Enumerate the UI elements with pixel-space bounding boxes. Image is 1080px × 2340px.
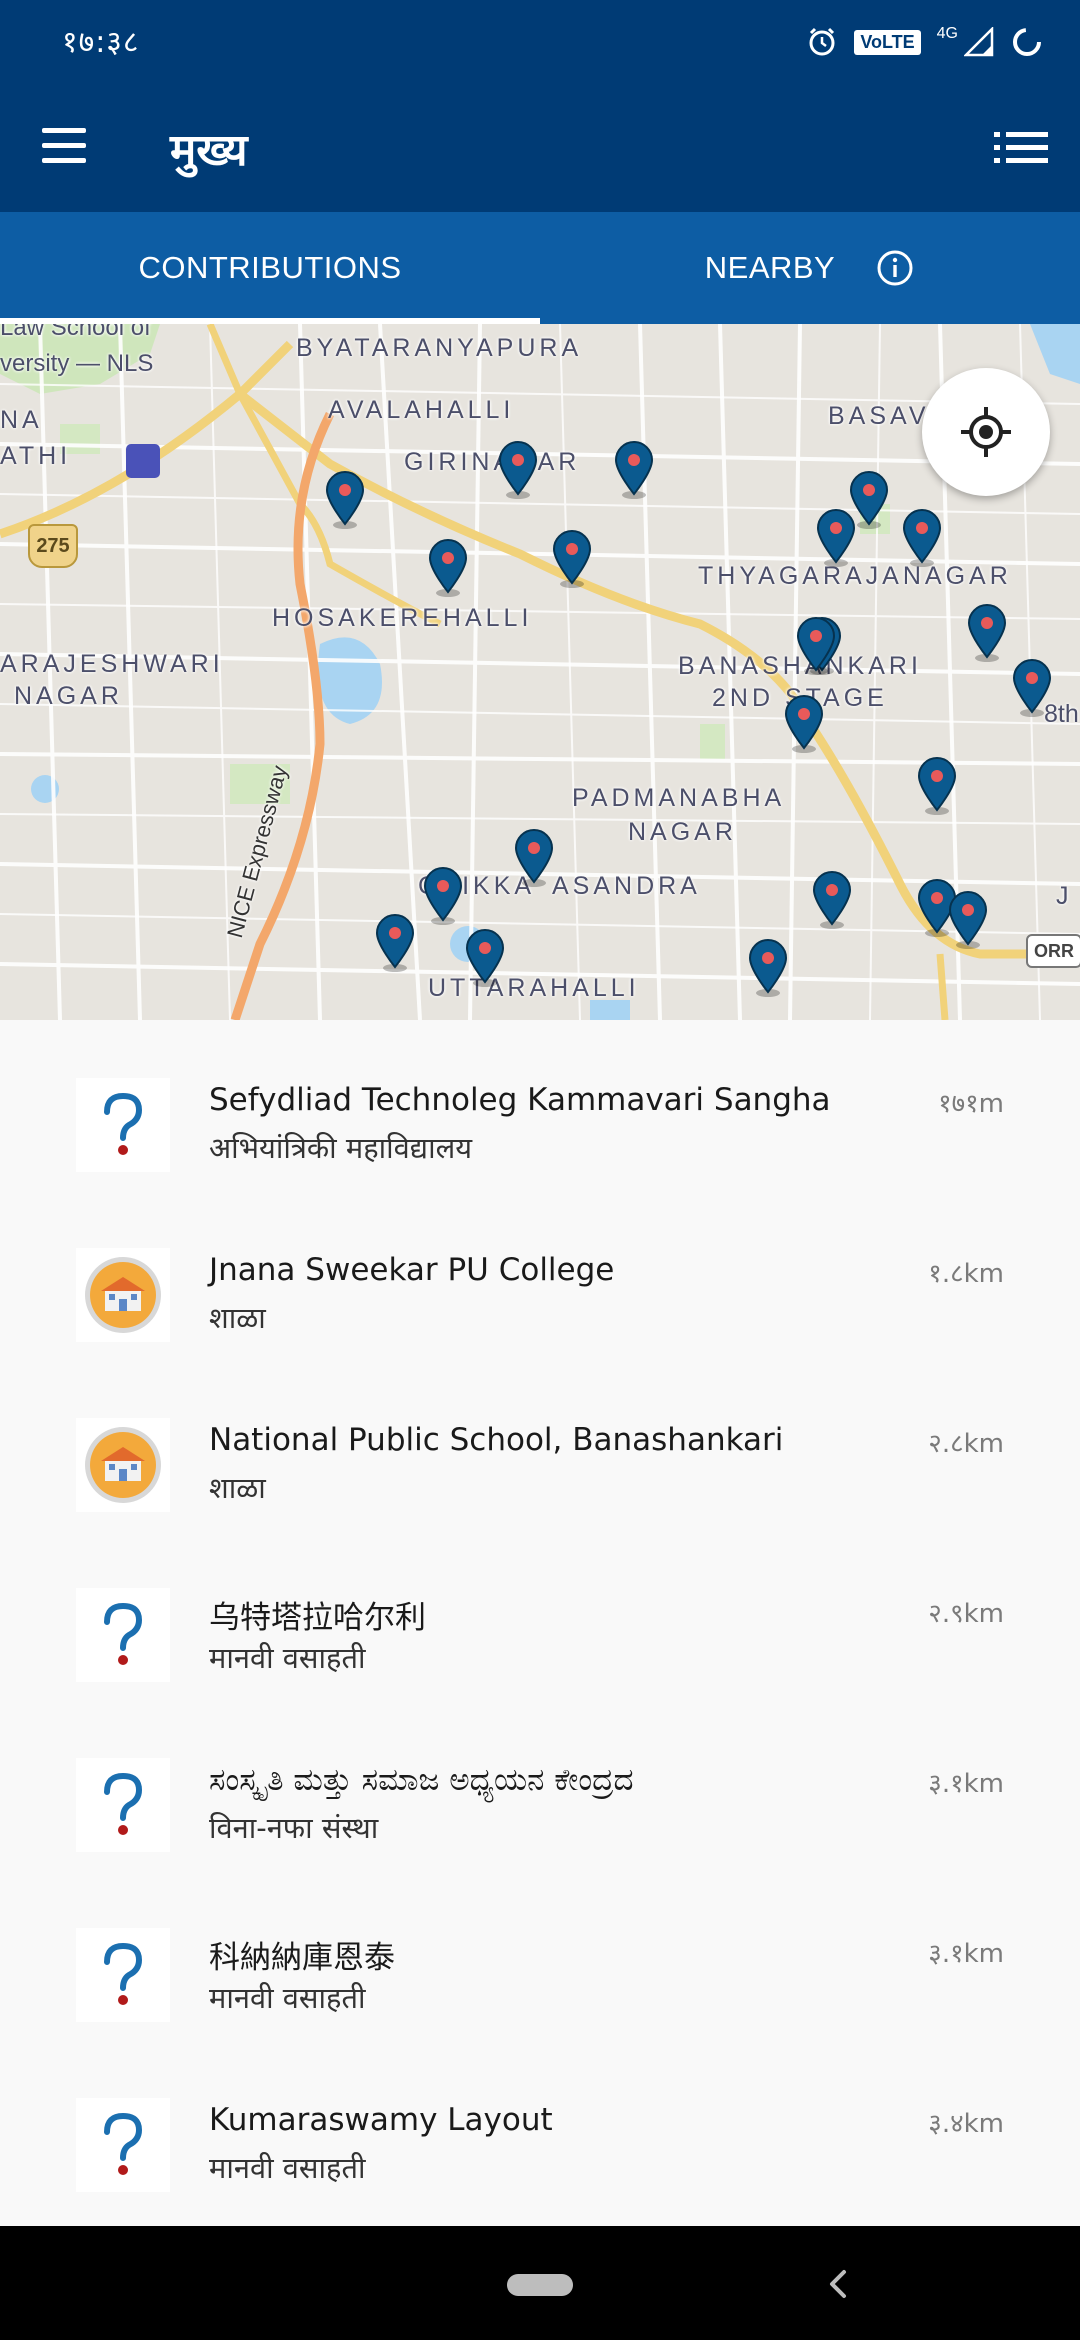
list-item[interactable]: 乌特塔拉哈尔利 मानवी वसाहती २.९km — [0, 1530, 1080, 1700]
unknown-question-icon — [76, 1928, 170, 2022]
volte-badge: VoLTE — [854, 29, 921, 55]
map-label: BYATARANYAPURA — [296, 334, 583, 362]
tab-bar: CONTRIBUTIONS NEARBY — [0, 212, 1080, 324]
map-marker-pin[interactable] — [426, 538, 470, 598]
alarm-icon — [809, 27, 835, 56]
map-label: NA — [0, 406, 43, 434]
list-item[interactable]: Jnana Sweekar PU College शाळा १.८km — [0, 1190, 1080, 1360]
map-marker-pin[interactable] — [794, 616, 838, 676]
map-marker-pin[interactable] — [512, 828, 556, 888]
map-label: NAGAR — [628, 818, 737, 846]
status-bar: १७:३८ VoLTE 4G — [0, 0, 1080, 82]
tab-contributions-label: CONTRIBUTIONS — [138, 250, 402, 285]
page-title: मुख्य — [170, 125, 248, 176]
map-marker-pin[interactable] — [746, 938, 790, 998]
map-label: HOSAKEREHALLI — [272, 604, 533, 632]
status-time: १७:३८ — [62, 25, 140, 60]
place-name: Sefydliad Technoleg Kammavari Sangha — [209, 1082, 831, 1118]
place-type: अभियांत्रिकी महाविद्यालय — [209, 1131, 473, 1165]
hamburger-menu-icon[interactable] — [38, 122, 94, 172]
map-label: ARAJESHWARI — [0, 650, 224, 678]
map-label: PADMANABHA — [572, 784, 786, 812]
info-icon[interactable] — [875, 248, 915, 288]
map-marker-pin[interactable] — [810, 870, 854, 930]
map-marker-pin[interactable] — [1010, 658, 1054, 718]
place-distance: १७१m — [938, 1089, 1004, 1119]
map-marker-pin[interactable] — [323, 470, 367, 530]
map-marker-pin[interactable] — [965, 603, 1009, 663]
ring-road-shield: ORR — [1026, 934, 1080, 968]
metro-station-icon — [126, 444, 160, 478]
map-marker-pin[interactable] — [421, 866, 465, 926]
map-label: versity — NLS — [0, 350, 154, 377]
map-label: ASANDRA — [552, 872, 701, 900]
battery-charging-icon — [1013, 28, 1041, 56]
signal-icon — [964, 27, 994, 57]
map-label: GIRINAGAR — [404, 448, 581, 476]
map-marker-pin[interactable] — [550, 529, 594, 589]
map-marker-pin[interactable] — [612, 440, 656, 500]
map-marker-pin[interactable] — [915, 756, 959, 816]
map-view[interactable]: Law School of versity — NLS BYATARANYAPU… — [0, 324, 1080, 1020]
place-name: Kumaraswamy Layout — [209, 2102, 553, 2138]
tab-nearby[interactable]: NEARBY — [540, 212, 1080, 324]
list-item[interactable]: National Public School, Banashankari शाळ… — [0, 1360, 1080, 1530]
list-view-icon[interactable] — [992, 126, 1050, 170]
map-label: AVALAHALLI — [328, 396, 515, 424]
map-label: NAGAR — [14, 682, 123, 710]
list-item[interactable]: 科納納庫恩泰 मानवी वसाहती ३.१km — [0, 1870, 1080, 2040]
unknown-question-icon — [76, 1588, 170, 1682]
place-name: National Public School, Banashankari — [209, 1422, 784, 1458]
tab-contributions[interactable]: CONTRIBUTIONS — [0, 212, 540, 324]
unknown-question-icon — [76, 1758, 170, 1852]
school-icon — [76, 1248, 170, 1342]
nearby-places-list: Sefydliad Technoleg Kammavari Sangha अभि… — [0, 1020, 1080, 2226]
place-type: मानवी वसाहती — [209, 2151, 366, 2185]
my-location-button[interactable] — [922, 368, 1050, 496]
map-marker-pin[interactable] — [946, 890, 990, 950]
network-type: 4G — [936, 25, 958, 42]
unknown-question-icon — [76, 1078, 170, 1172]
ring-road-shield-label: ORR — [1034, 940, 1074, 961]
map-label: UTTARAHALLI — [428, 974, 640, 1002]
place-type: मानवी वसाहती — [209, 1641, 366, 1675]
place-name: 科納納庫恩泰 — [209, 1940, 395, 1976]
place-name: ಸಂಸ್ಕೃತಿ ಮತ್ತು ಸಮಾಜ ಅಧ್ಯಯನ ಕೇಂದ್ರದ — [209, 1762, 634, 1798]
map-marker-pin[interactable] — [463, 928, 507, 988]
list-item[interactable]: ಸಂಸ್ಕೃತಿ ಮತ್ತು ಸಮಾಜ ಅಧ್ಯಯನ ಕೇಂದ್ರದ विना-… — [0, 1700, 1080, 1870]
home-button[interactable] — [507, 2274, 573, 2296]
map-label: Law School of — [0, 324, 151, 341]
map-label: J — [1056, 882, 1069, 910]
highway-shield: 275 — [28, 524, 78, 568]
place-distance: २.८km — [928, 1429, 1004, 1459]
place-name: Jnana Sweekar PU College — [209, 1252, 615, 1288]
map-marker-pin[interactable] — [373, 913, 417, 973]
tab-nearby-label: NEARBY — [704, 250, 836, 285]
school-icon — [76, 1418, 170, 1512]
app-bar: मुख्य — [0, 82, 1080, 212]
place-distance: १.८km — [928, 1259, 1004, 1289]
place-type: शाळा — [209, 1471, 266, 1505]
place-type: शाळा — [209, 1301, 266, 1335]
map-marker-pin[interactable] — [782, 694, 826, 754]
map-marker-pin[interactable] — [496, 440, 540, 500]
list-item[interactable]: Sefydliad Technoleg Kammavari Sangha अभि… — [0, 1020, 1080, 1190]
map-marker-pin[interactable] — [814, 508, 858, 568]
list-item[interactable]: Kumaraswamy Layout मानवी वसाहती ३.४km — [0, 2040, 1080, 2210]
place-name: 乌特塔拉哈尔利 — [209, 1600, 426, 1636]
highway-shield-label: 275 — [36, 534, 70, 557]
map-marker-pin[interactable] — [900, 508, 944, 568]
place-distance: २.९km — [928, 1599, 1004, 1629]
back-icon[interactable] — [820, 2264, 856, 2304]
place-distance: ३.१km — [928, 1769, 1004, 1799]
place-type: विना-नफा संस्था — [209, 1811, 379, 1845]
place-distance: ३.१km — [928, 1939, 1004, 1969]
place-type: मानवी वसाहती — [209, 1981, 366, 2015]
status-icons: VoLTE 4G — [806, 22, 1044, 62]
my-location-icon — [961, 407, 1011, 457]
place-distance: ३.४km — [928, 2109, 1004, 2139]
unknown-question-icon — [76, 2098, 170, 2192]
map-label: ATHI — [0, 442, 72, 470]
system-nav-bar — [0, 2226, 1080, 2340]
